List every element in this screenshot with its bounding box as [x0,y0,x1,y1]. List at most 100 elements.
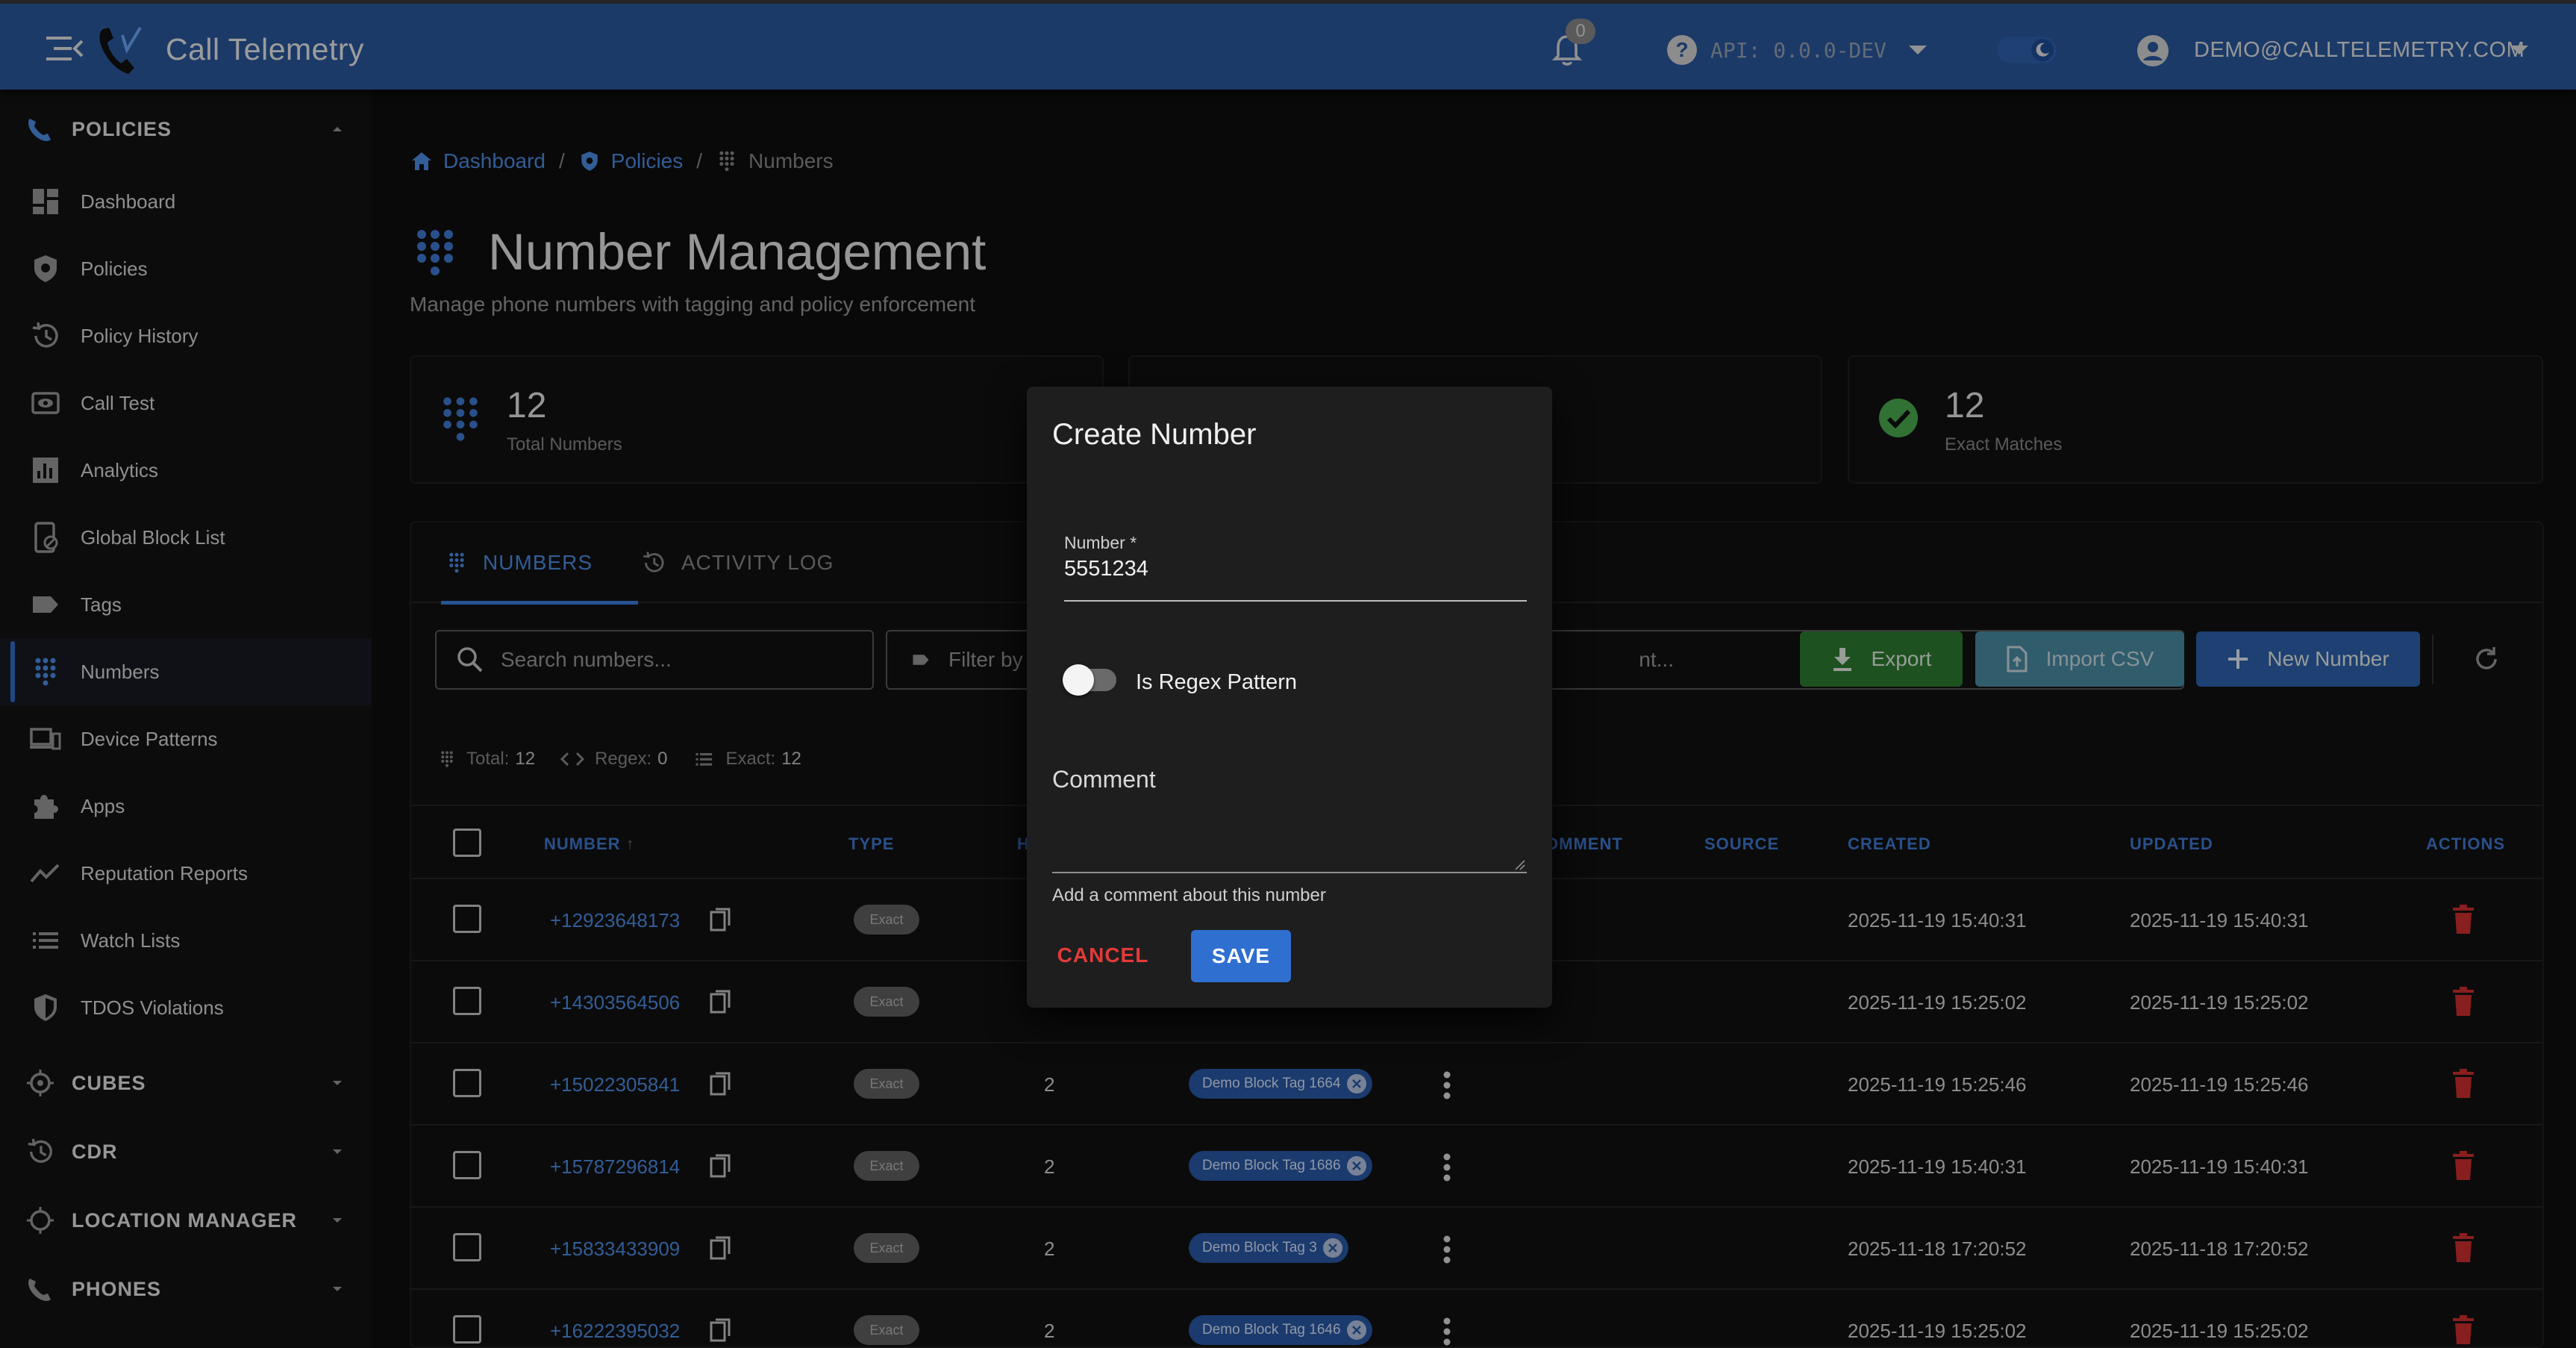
row-checkbox[interactable] [453,1315,481,1344]
sidebar-item-dashboard[interactable]: Dashboard [0,168,372,235]
copy-icon[interactable] [710,990,731,1014]
regex-pattern-switch[interactable] [1063,664,1116,696]
tag-chip[interactable]: Demo Block Tag 1646 [1189,1315,1372,1345]
row-checkbox[interactable] [453,1233,481,1261]
row-checkbox[interactable] [453,1069,481,1097]
account-circle-icon[interactable] [2136,34,2170,68]
copy-icon[interactable] [710,1318,731,1342]
delete-trash-icon[interactable] [2452,1315,2475,1345]
sidebar-item-device-patterns[interactable]: Device Patterns [0,705,372,773]
sidebar-item-analytics[interactable]: Analytics [0,437,372,504]
close-icon[interactable] [1346,1320,1366,1340]
sidebar-section-location-manager[interactable]: LOCATION MANAGER [0,1187,372,1254]
menu-collapse-icon[interactable] [46,32,84,65]
row-checkbox[interactable] [453,987,481,1015]
number-input[interactable]: 5551234 [1064,557,1148,581]
column-header-updated[interactable]: UPDATED [2130,834,2213,854]
breadcrumb-policies[interactable]: Policies [578,149,683,173]
column-header-comment[interactable]: OMMENT [1545,834,1623,854]
number-link[interactable]: +12923648173 [550,909,680,932]
copy-icon[interactable] [710,1236,731,1260]
call-telemetry-logo-icon[interactable] [97,25,143,75]
number-link[interactable]: +15833433909 [550,1238,680,1261]
sidebar-item-numbers[interactable]: Numbers [0,638,372,705]
tag-chip[interactable]: Demo Block Tag 1664 [1189,1069,1372,1099]
sidebar-item-watch-lists[interactable]: Watch Lists [0,907,372,974]
delete-trash-icon[interactable] [2452,987,2475,1017]
close-icon[interactable] [1322,1238,1342,1258]
tag-chip[interactable]: Demo Block Tag 3 [1189,1233,1348,1263]
sidebar-section-policies[interactable]: POLICIES [0,96,372,163]
close-icon[interactable] [1346,1156,1366,1176]
row-checkbox[interactable] [453,905,481,933]
sidebar-item-reputation-reports[interactable]: Reputation Reports [0,840,372,907]
table-row: +15022305841 Exact 2 Demo Block Tag 1664… [411,1043,2542,1126]
sidebar-item-tags[interactable]: Tags [0,571,372,638]
more-vert-icon[interactable] [1442,1317,1451,1347]
search-input[interactable]: Search numbers... [435,630,874,690]
row-checkbox[interactable] [453,1151,481,1179]
tag-chip[interactable]: Demo Block Tag 1686 [1189,1151,1372,1181]
column-header-source[interactable]: SOURCE [1704,834,1779,854]
delete-trash-icon[interactable] [2452,1069,2475,1099]
sidebar-section-cdr[interactable]: CDR [0,1118,372,1185]
save-button[interactable]: SAVE [1191,930,1291,982]
app-title[interactable]: Call Telemetry [166,32,364,67]
sidebar-item-global-block-list[interactable]: Global Block List [0,504,372,571]
number-link[interactable]: +14303564506 [550,991,680,1014]
tab-numbers[interactable]: NUMBERS [441,522,638,605]
cancel-button[interactable]: CANCEL [1057,932,1148,979]
sidebar-section-cubes[interactable]: CUBES [0,1049,372,1117]
number-link[interactable]: +15022305841 [550,1073,680,1096]
sidebar-section-phones[interactable]: PHONES [0,1255,372,1323]
sidebar-item-label: Policy History [81,324,198,347]
sidebar-item-apps[interactable]: Apps [0,773,372,840]
sidebar-item-call-test[interactable]: Call Test [0,369,372,437]
comment-textarea[interactable]: Comment [1052,766,1156,793]
column-header-created[interactable]: CREATED [1848,834,1931,854]
number-input-underline [1064,600,1527,602]
import-csv-button[interactable]: Import CSV [1975,631,2184,687]
copy-icon[interactable] [710,1072,731,1096]
sidebar-item-label: Global Block List [81,525,225,549]
copy-icon[interactable] [710,908,731,932]
type-chip: Exact [854,987,919,1017]
number-link[interactable]: +16222395032 [550,1320,680,1343]
table-row: +16222395032 Exact 2 Demo Block Tag 1646… [411,1290,2542,1347]
created-cell: 2025-11-19 15:25:02 [1848,1320,2027,1342]
file-upload-icon [2007,646,2028,673]
regex-pattern-label[interactable]: Is Regex Pattern [1136,670,1297,695]
export-button[interactable]: Export [1800,631,1963,687]
shield-icon [581,152,598,171]
delete-trash-icon[interactable] [2452,905,2475,934]
chevron-down-icon [330,1078,345,1088]
user-email[interactable]: DEMO@CALLTELEMETRY.COM [2194,38,2525,63]
api-version-label[interactable]: API: 0.0.0-DEV [1710,38,1886,63]
refresh-icon[interactable] [2472,645,2501,673]
resize-handle-icon[interactable] [1513,858,1525,870]
breadcrumb-dashboard[interactable]: Dashboard [410,149,545,173]
column-header-type[interactable]: TYPE [848,834,894,854]
sidebar-item-policies[interactable]: Policies [0,235,372,302]
tab-label: ACTIVITY LOG [681,551,834,574]
more-vert-icon[interactable] [1442,1152,1451,1182]
column-header-number[interactable]: NUMBER ↑ [544,834,635,854]
select-all-checkbox[interactable] [453,829,481,857]
tab-activity-log[interactable]: ACTIVITY LOG [641,522,834,603]
theme-toggle[interactable] [1997,37,2057,63]
user-menu-chevron-down-icon[interactable] [2509,44,2530,57]
delete-trash-icon[interactable] [2452,1151,2475,1181]
sidebar-item-tdos-violations[interactable]: TDOS Violations [0,974,372,1041]
more-vert-icon[interactable] [1442,1235,1451,1264]
close-icon[interactable] [1346,1074,1366,1093]
delete-trash-icon[interactable] [2452,1233,2475,1263]
type-chip: Exact [854,1315,919,1345]
api-menu-chevron-down-icon[interactable] [1907,44,1928,57]
copy-icon[interactable] [710,1154,731,1178]
more-vert-icon[interactable] [1442,1070,1451,1100]
sidebar-item-policy-history[interactable]: Policy History [0,302,372,369]
help-icon[interactable]: ? [1666,34,1698,66]
number-link[interactable]: +15787296814 [550,1155,680,1179]
new-number-button[interactable]: New Number [2196,631,2420,687]
switch-knob [1063,664,1094,696]
